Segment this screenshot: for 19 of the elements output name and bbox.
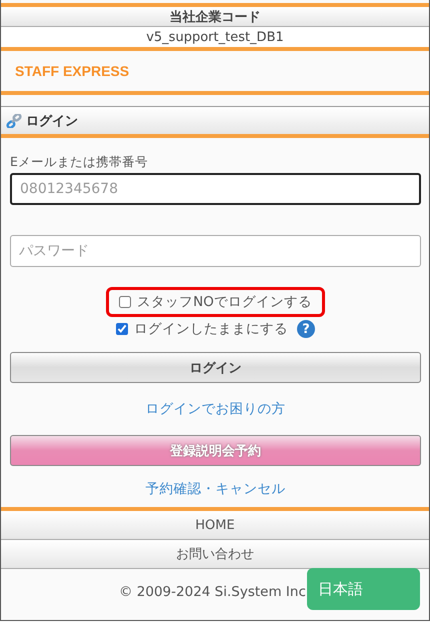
help-link[interactable]: ログインでお困りの方 [146, 400, 286, 418]
help-icon[interactable]: ? [297, 320, 315, 338]
checkbox-label[interactable]: スタッフNOでログインする [137, 293, 312, 311]
company-code-label: 当社企業コード [1, 7, 429, 27]
nav-item[interactable]: お問い合わせ [1, 540, 429, 569]
brand-logo: STAFF EXPRESS [15, 63, 130, 79]
link-icon [6, 114, 22, 128]
checkbox[interactable] [116, 323, 128, 335]
reservation-link[interactable]: 予約確認・キャンセル [146, 480, 286, 498]
copyright-text: © 2009-2024 Si.System Inc [119, 584, 306, 600]
login-button[interactable]: ログイン [10, 352, 421, 383]
checkbox[interactable] [119, 296, 132, 308]
password-field[interactable]: パスワード [10, 235, 421, 267]
email-label: Eメールまたは携帯番号 [10, 154, 149, 171]
email-field[interactable]: 08012345678 [10, 173, 421, 205]
company-code-value: v5_support_test_DB1 [1, 27, 429, 47]
nav-item[interactable]: HOME [1, 511, 429, 540]
section-title: ログイン [26, 112, 78, 130]
checkbox-label[interactable]: ログインしたままにする [134, 320, 288, 338]
